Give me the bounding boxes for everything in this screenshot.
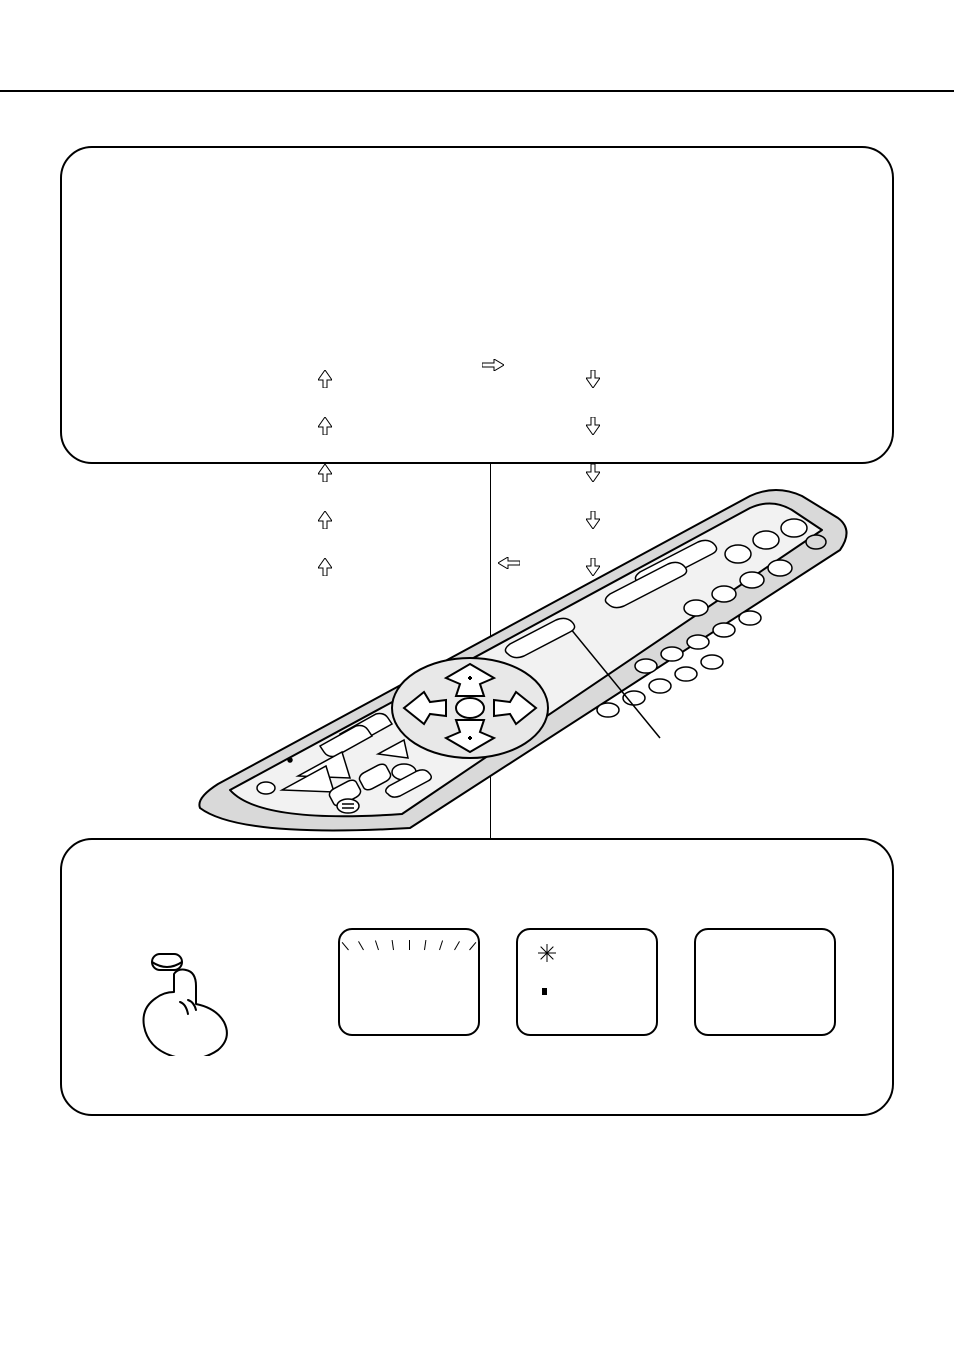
signal-ticks-icon [348,940,470,950]
remote-control-illustration [190,478,850,846]
sparkle-icon [538,944,556,962]
page-top-rule [0,90,954,92]
arrow-down-icon [586,417,600,440]
arrow-up-icon [318,370,332,393]
button-press-icon [130,950,240,1056]
arrow-up-icon [318,417,332,440]
osd-screen-1 [338,928,480,1036]
menu-flow-panel [60,146,894,464]
arrow-right-icon [482,358,504,376]
indicator-dot-icon [542,988,547,995]
osd-screen-3 [694,928,836,1036]
osd-screen-2 [516,928,658,1036]
arrow-down-icon [586,370,600,393]
